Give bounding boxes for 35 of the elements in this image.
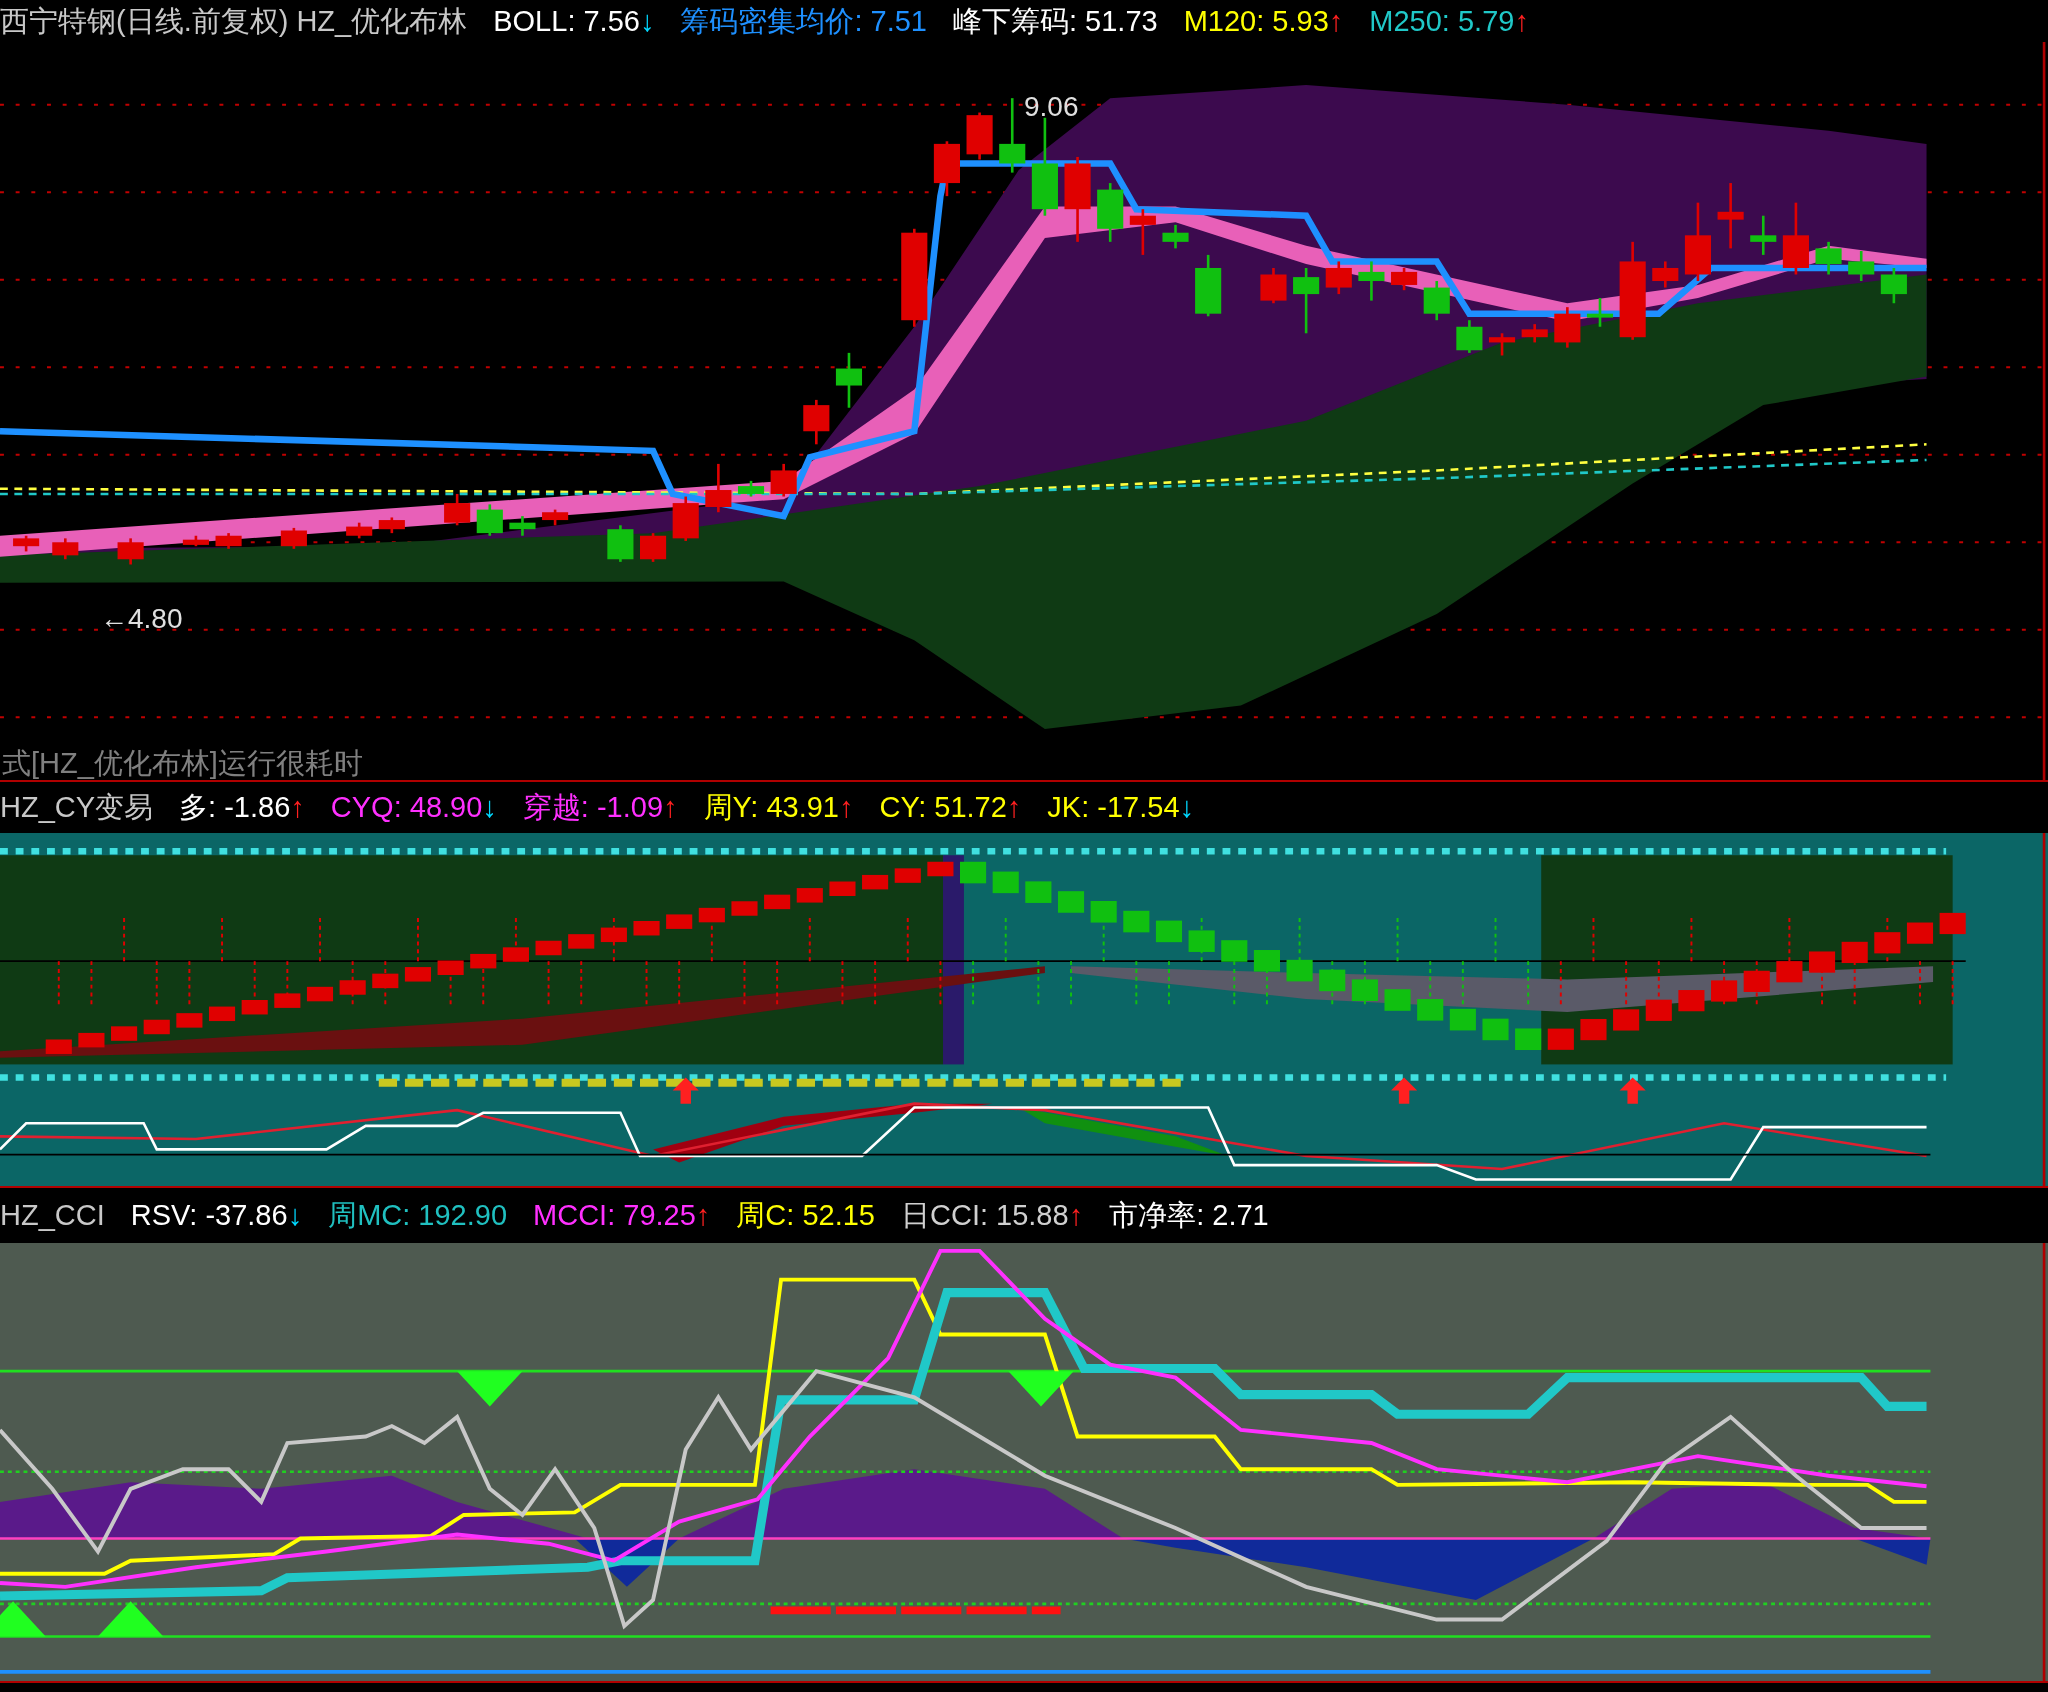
- trend-arrow: ↑: [1328, 6, 1344, 36]
- indicator-value: M250: 5.79: [1369, 6, 1515, 36]
- panel-title: HZ_CCI: [0, 1201, 105, 1230]
- indicator-value: CY: 51.72: [879, 793, 1007, 822]
- trend-arrow: ↑: [695, 1201, 711, 1230]
- trend-arrow: ↓: [287, 1201, 303, 1230]
- price-label: 9.06: [1024, 90, 1079, 124]
- price-label: ←4.80: [100, 602, 183, 636]
- trend-arrow: ↓: [482, 793, 497, 822]
- trend-arrow: ↓: [1179, 793, 1195, 822]
- indicator-value: 穿越: -1.09: [522, 793, 664, 822]
- trend-arrow: ↑: [1514, 6, 1529, 36]
- indicator-value: 周Y: 43.91: [703, 793, 839, 822]
- indicator-value: CYQ: 48.90: [330, 793, 483, 822]
- indicator-value: MCCI: 79.25: [533, 1201, 696, 1230]
- indicator-value: 筹码密集均价: 7.51: [680, 6, 927, 36]
- indicator-value: 多: -1.86: [179, 793, 291, 822]
- trend-arrow: ↑: [290, 793, 305, 822]
- trend-arrow: ↑: [663, 793, 678, 822]
- trend-arrow: ↑: [839, 793, 854, 822]
- trend-arrow: ↑: [1006, 793, 1022, 822]
- notice-text: 式[HZ_优化布林]运行很耗时: [2, 746, 363, 781]
- indicator-value: 周C: 52.15: [736, 1201, 875, 1230]
- indicator-value: JK: -17.54: [1047, 793, 1180, 822]
- trend-arrow: ↑: [1068, 1201, 1084, 1230]
- panel-title: HZ_CY变易: [0, 793, 154, 822]
- indicator-value: 峰下筹码: 51.73: [953, 6, 1158, 36]
- indicator-value: BOLL: 7.56: [493, 6, 640, 36]
- indicator-value: RSV: -37.86: [130, 1201, 288, 1230]
- trend-arrow: ↓: [639, 6, 655, 36]
- indicator-value: 日CCI: 15.88: [901, 1201, 1069, 1230]
- panel-title: 西宁特钢(日线.前复权) HZ_优化布林: [0, 6, 468, 36]
- indicator-value: 周MC: 192.90: [328, 1201, 508, 1230]
- indicator-value: M120: 5.93: [1183, 6, 1329, 36]
- indicator-value: 市净率: 2.71: [1109, 1201, 1269, 1230]
